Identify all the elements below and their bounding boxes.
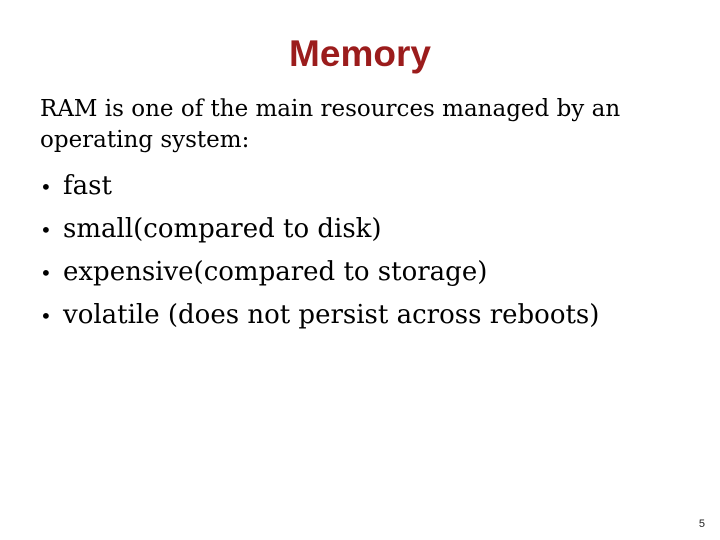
- bullet-icon: •: [40, 261, 52, 285]
- slide-title: Memory: [289, 33, 431, 74]
- bullet-icon: •: [40, 175, 52, 199]
- bullet-icon: •: [40, 218, 52, 242]
- intro-text: RAM is one of the main resources managed…: [40, 96, 621, 153]
- bullet-text: volatile (does not persist across reboot…: [63, 300, 600, 330]
- bullet-item: • expensive(compared to storage): [40, 251, 690, 294]
- bullet-text: small(compared to disk): [63, 214, 382, 244]
- bullet-list: • fast • small(compared to disk) • expen…: [40, 165, 690, 337]
- bullet-item: • volatile (does not persist across rebo…: [40, 294, 690, 337]
- bullet-text: fast: [63, 171, 112, 201]
- page-number: 5: [698, 518, 705, 530]
- bullet-text: expensive(compared to storage): [63, 257, 488, 287]
- bullet-icon: •: [40, 304, 52, 328]
- bullet-item: • small(compared to disk): [40, 208, 690, 251]
- bullet-item: • fast: [40, 165, 690, 208]
- slide: Memory RAM is one of the main resources …: [0, 0, 720, 540]
